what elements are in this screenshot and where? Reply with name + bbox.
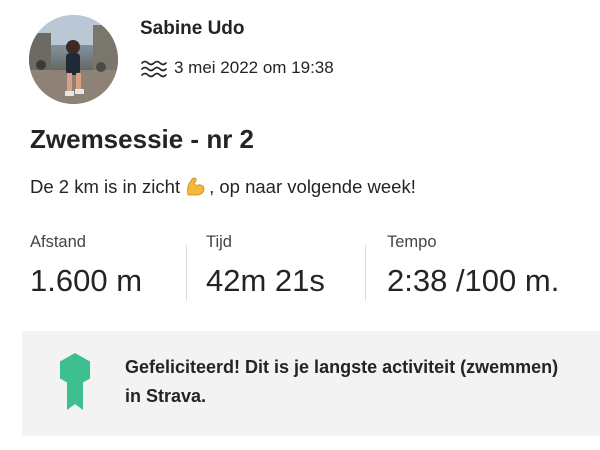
description-text-after: , op naar volgende week! [209, 176, 416, 197]
achievement-text: Gefeliciteerd! Dit is je langste activit… [125, 357, 559, 406]
achievement-banner[interactable]: Gefeliciteerd! Dit is je langste activit… [22, 331, 600, 436]
description-text-before: De 2 km is in zicht [30, 176, 181, 197]
flexed-biceps-emoji [187, 177, 205, 196]
stat-pace-label: Tempo [387, 233, 437, 251]
swim-icon [141, 60, 167, 78]
activity-card: Sabine Udo 3 mei 2022 om 19:38 Zwemsessi… [0, 0, 600, 450]
badge-icon [60, 353, 90, 410]
stats-row: Afstand 1.600 m Tijd 42m 21s Tempo 2:38 … [30, 233, 600, 313]
athlete-name[interactable]: Sabine Udo [140, 18, 245, 40]
avatar-photo [29, 15, 118, 104]
stat-time: Tijd 42m 21s [206, 233, 325, 299]
activity-title[interactable]: Zwemsessie - nr 2 [30, 124, 254, 155]
stat-time-label: Tijd [206, 233, 232, 251]
stat-pace-value: 2:38 /100 m. [387, 263, 560, 298]
stat-divider [365, 245, 366, 301]
stat-distance-label: Afstand [30, 233, 86, 251]
stat-time-value: 42m 21s [206, 263, 325, 298]
activity-datetime: 3 mei 2022 om 19:38 [174, 58, 334, 77]
avatar[interactable] [29, 15, 118, 104]
stat-distance-value: 1.600 m [30, 263, 143, 298]
activity-meta: 3 mei 2022 om 19:38 [140, 57, 334, 79]
stat-divider [186, 245, 187, 301]
stat-distance: Afstand 1.600 m [30, 233, 142, 299]
stat-pace: Tempo 2:38 /100 m. [387, 233, 559, 299]
activity-description: De 2 km is in zicht , op naar volgende w… [30, 175, 416, 198]
